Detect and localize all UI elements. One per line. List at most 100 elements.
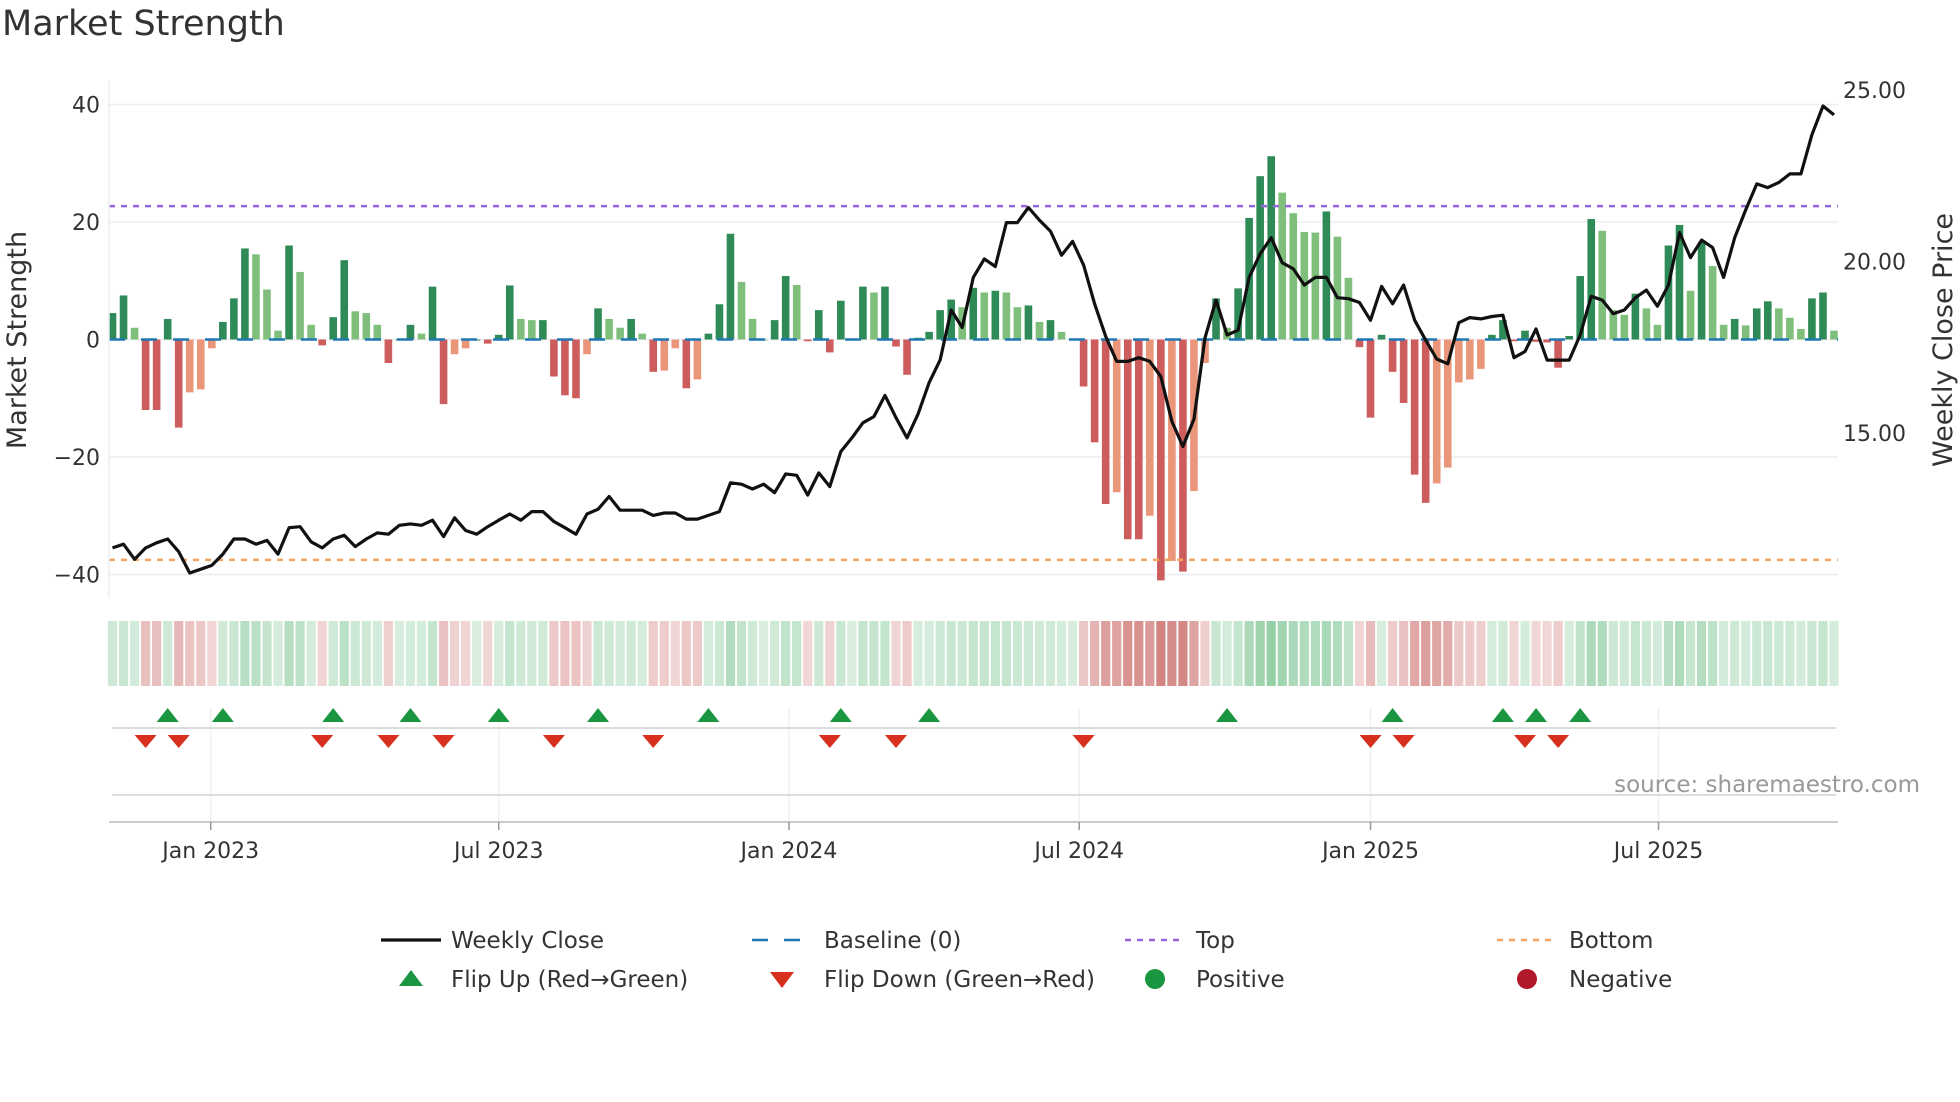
strength-bar [892, 339, 900, 347]
strength-bar [1830, 330, 1838, 340]
heat-cell [692, 621, 702, 686]
flip-down-marker [818, 735, 841, 748]
heat-cell [681, 621, 691, 686]
flip-down-marker [1359, 735, 1382, 748]
heat-cell [174, 621, 184, 686]
flip-up-marker [1216, 708, 1239, 722]
heat-cell [1696, 621, 1707, 686]
heat-cell [461, 621, 471, 686]
y2-tick-label: 20.00 [1843, 250, 1906, 275]
strength-bar [594, 308, 602, 340]
strength-bar [1123, 339, 1132, 540]
flip-up-marker [918, 708, 941, 722]
strength-bar [1808, 298, 1816, 340]
strength-bar [1819, 292, 1827, 340]
flip-down-marker [377, 735, 400, 748]
strength-bar [814, 310, 823, 340]
flip-down-marker [134, 735, 157, 748]
strength-bar [881, 286, 889, 340]
strength-bar [1046, 320, 1055, 340]
heat-cell [1332, 621, 1343, 686]
strength-bar [1763, 301, 1772, 340]
heat-cell [891, 621, 901, 686]
strength-heat-strip [107, 621, 1839, 686]
strength-bar [682, 339, 691, 389]
heat-cell [1222, 621, 1232, 686]
legend-label: Flip Up (Red→Green) [451, 967, 688, 993]
heat-cell [1112, 621, 1122, 686]
heat-cell [1741, 621, 1751, 686]
y-tick-label: −40 [54, 564, 100, 589]
y-tick-label: −20 [54, 446, 100, 471]
heat-cell [781, 621, 791, 686]
strength-bar [726, 233, 735, 340]
x-tick-label: Jan 2025 [1320, 839, 1419, 864]
heat-cell [1376, 621, 1387, 686]
heat-cell [1354, 621, 1365, 686]
heat-cell [1509, 621, 1519, 686]
flip-up-marker [697, 708, 720, 722]
heat-cell [869, 621, 879, 686]
x-tick-label: Jul 2023 [452, 839, 544, 864]
legend-label: Baseline (0) [824, 928, 961, 954]
strength-bar [980, 292, 989, 340]
heat-cell [924, 621, 934, 686]
heat-cell [957, 621, 967, 686]
heat-cell [1045, 621, 1056, 686]
strength-bar [362, 313, 371, 340]
heat-cell [1796, 621, 1806, 686]
heat-cell [1465, 621, 1475, 686]
heat-cell [527, 621, 537, 686]
heat-cell [1785, 621, 1795, 686]
strength-bar [174, 339, 183, 428]
strength-bar [925, 331, 933, 340]
heat-cell [1630, 621, 1640, 686]
strength-bar [505, 285, 514, 340]
heat-cell [626, 621, 636, 686]
heat-cell [1807, 621, 1817, 686]
flip-up-marker [587, 708, 610, 722]
heat-cell [659, 621, 669, 686]
strength-bar [185, 339, 194, 393]
heat-cell [1211, 621, 1221, 686]
flip-up-marker [211, 708, 234, 722]
strength-bar [483, 339, 492, 344]
heat-cell [1266, 621, 1276, 686]
strength-bar [837, 300, 845, 340]
strength-bar [1079, 339, 1088, 387]
flip-up-marker [1381, 708, 1404, 722]
heat-cell [1531, 621, 1541, 686]
heat-cell [1586, 621, 1596, 686]
heat-cell [163, 621, 173, 686]
heat-cell [1421, 621, 1431, 686]
strength-bar [859, 286, 867, 340]
heat-cell [350, 621, 360, 686]
heat-cell [1277, 621, 1287, 686]
heat-cell [1608, 621, 1618, 686]
flip-down-marker [642, 735, 665, 748]
strength-bar [1035, 321, 1044, 340]
strength-bar [428, 286, 437, 340]
heat-cell [1123, 621, 1133, 686]
heat-cell [372, 621, 382, 686]
legend-label: Weekly Close [451, 928, 604, 954]
heat-cell [714, 621, 725, 686]
legend-flip-down-icon [770, 972, 794, 988]
heat-cell [1432, 621, 1442, 686]
heat-cell [1730, 621, 1740, 686]
strength-bar [936, 310, 944, 340]
strength-bar [1642, 308, 1651, 340]
heat-cell [1476, 621, 1486, 686]
strength-bar [351, 311, 360, 340]
strength-bar [329, 317, 338, 340]
heat-cell [1321, 621, 1331, 686]
heat-cell [725, 621, 736, 686]
y-tick-label: 0 [86, 329, 100, 354]
strength-bar [1598, 230, 1607, 340]
strength-bar [163, 318, 172, 340]
heat-cell [1674, 621, 1685, 686]
heat-cell [637, 621, 647, 686]
heat-cell [1001, 621, 1011, 686]
heat-cell [472, 621, 482, 686]
strength-bar [737, 281, 746, 340]
